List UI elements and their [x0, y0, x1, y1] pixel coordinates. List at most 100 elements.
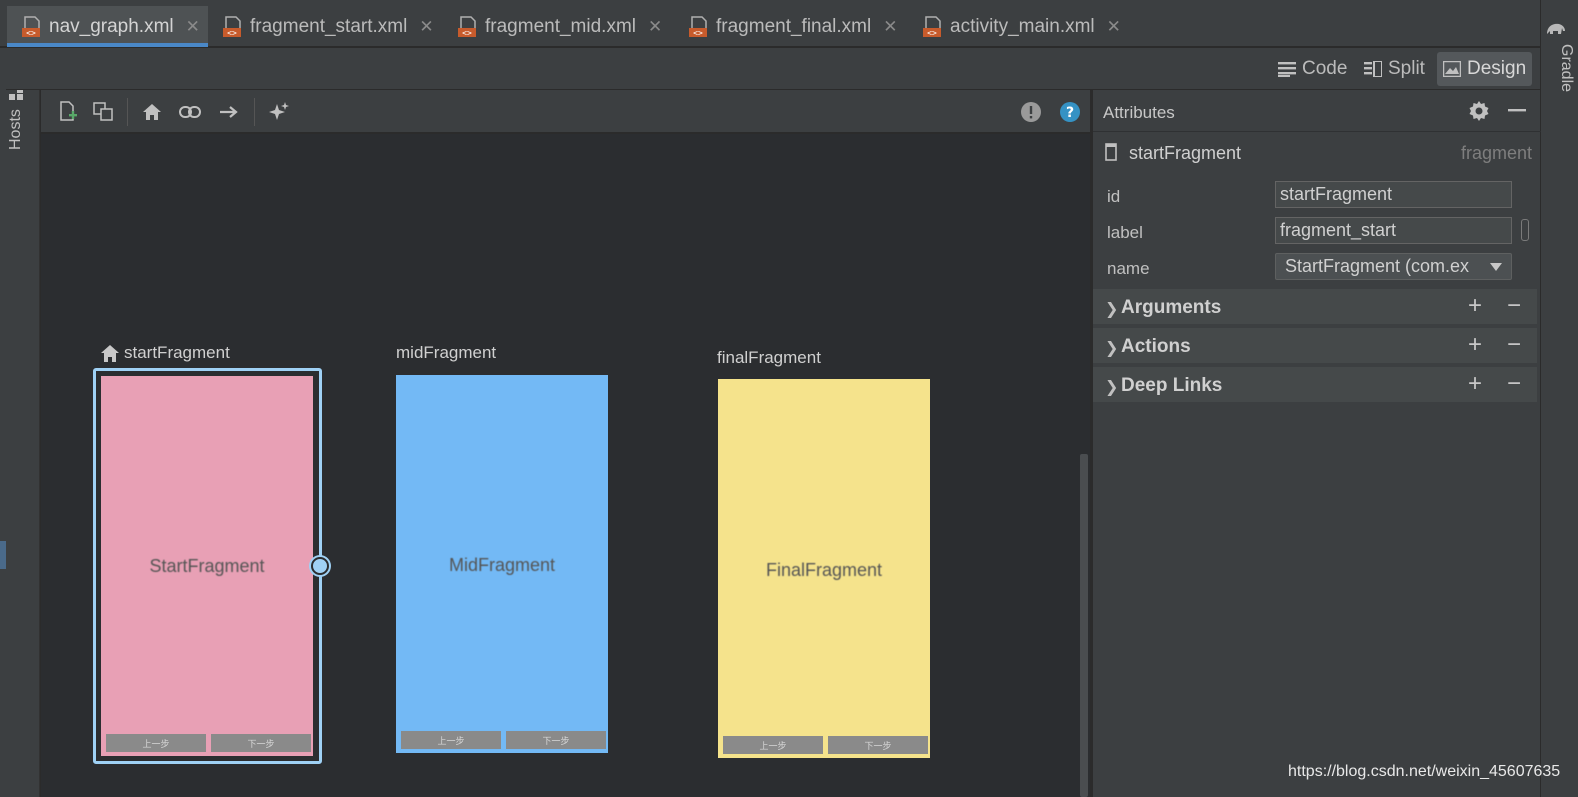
tab-fragment-final[interactable]: <> fragment_final.xml ✕	[674, 6, 909, 47]
fragment-title-label: finalFragment	[717, 348, 821, 367]
start-fragment-destination[interactable]: StartFragment 上一步 下一步	[101, 376, 313, 756]
arguments-section[interactable]: ❯ Arguments + −	[1093, 289, 1537, 326]
hosts-label: Hosts	[7, 109, 24, 150]
design-view-button[interactable]: Design	[1437, 52, 1533, 86]
minimize-icon[interactable]	[1508, 109, 1526, 113]
svg-text:<>: <>	[227, 28, 237, 37]
home-icon	[143, 104, 161, 120]
fragment-preview-next-button: 下一步	[211, 734, 311, 752]
hosts-tool-button[interactable]: Hosts	[7, 87, 25, 150]
gradle-elephant-icon	[1547, 23, 1565, 34]
remove-action-button[interactable]: −	[1507, 331, 1521, 359]
tab-label: fragment_final.xml	[716, 15, 872, 37]
add-action-button[interactable]	[216, 99, 242, 125]
xml-file-icon: <>	[222, 15, 242, 38]
chevron-right-icon: ❯	[1105, 340, 1119, 357]
code-view-button[interactable]: Code	[1272, 52, 1353, 86]
auto-arrange-button[interactable]	[266, 99, 292, 125]
label-field[interactable]: fragment_start	[1275, 217, 1512, 244]
fragment-preview-next-button: 下一步	[506, 731, 606, 749]
fragment-preview-prev-button: 上一步	[401, 731, 501, 749]
close-icon[interactable]: ✕	[1107, 17, 1121, 37]
svg-text:?: ?	[1066, 105, 1074, 121]
deep-link-button[interactable]	[177, 99, 203, 125]
close-icon[interactable]: ✕	[186, 17, 200, 37]
right-tool-strip	[1540, 0, 1578, 797]
gradle-tool-button[interactable]: Gradle	[1557, 44, 1575, 92]
split-view-label: Split	[1388, 58, 1425, 79]
final-fragment-destination[interactable]: FinalFragment 上一步 下一步	[718, 379, 930, 758]
tab-fragment-mid[interactable]: <> fragment_mid.xml ✕	[443, 6, 674, 47]
attributes-title: Attributes	[1103, 103, 1175, 122]
start-destination-home-icon	[101, 344, 119, 362]
sparkle-icon	[269, 102, 289, 120]
fragment-preview-next-button: 下一步	[828, 736, 928, 754]
chevron-down-icon	[1490, 263, 1502, 271]
code-view-icon	[1278, 62, 1296, 77]
chevron-right-icon: ❯	[1105, 379, 1119, 396]
name-dropdown[interactable]: StartFragment (com.ex	[1275, 253, 1512, 280]
add-deep-link-button[interactable]: +	[1468, 370, 1482, 398]
fragment-title-label: startFragment	[124, 343, 230, 362]
id-field[interactable]: startFragment	[1275, 181, 1512, 208]
split-view-icon	[1364, 61, 1382, 77]
label-resource-picker[interactable]	[1521, 219, 1529, 241]
warning-icon	[1021, 102, 1041, 122]
action-drag-handle[interactable]	[311, 557, 329, 575]
svg-text:<>: <>	[462, 28, 472, 37]
close-icon[interactable]: ✕	[419, 17, 433, 37]
watermark-url: https://blog.csdn.net/weixin_45607635	[1288, 763, 1561, 780]
view-mode-bar: Code Split Design	[6, 48, 1540, 90]
add-argument-button[interactable]: +	[1468, 292, 1482, 320]
tab-nav-graph[interactable]: <> nav_graph.xml ✕	[7, 6, 208, 47]
issues-button[interactable]	[1018, 99, 1044, 125]
xml-file-icon: <>	[922, 15, 942, 38]
toolbar-separator	[127, 98, 128, 126]
section-title: Deep Links	[1121, 375, 1223, 396]
fragment-preview-label: MidFragment	[448, 555, 556, 575]
name-dropdown-value: StartFragment (com.ex	[1285, 256, 1470, 276]
tab-activity-main[interactable]: <> activity_main.xml ✕	[908, 6, 1133, 47]
selected-destination-name: startFragment	[1129, 143, 1242, 163]
attributes-header: Attributes	[1093, 90, 1541, 132]
code-view-label: Code	[1302, 58, 1348, 79]
deep-links-section[interactable]: ❯ Deep Links + −	[1093, 367, 1537, 404]
label-label: label	[1107, 223, 1143, 242]
mid-fragment-title: midFragment	[396, 343, 496, 363]
hosts-tool-strip	[6, 90, 40, 797]
fragment-preview-label: FinalFragment	[765, 560, 883, 580]
design-view-label: Design	[1467, 58, 1527, 79]
canvas-vertical-scrollbar[interactable]	[1080, 454, 1088, 797]
close-icon[interactable]: ✕	[883, 17, 897, 37]
gear-icon[interactable]	[1469, 101, 1489, 121]
new-destination-icon	[60, 101, 77, 121]
remove-deep-link-button[interactable]: −	[1507, 370, 1521, 398]
close-icon[interactable]: ✕	[648, 17, 662, 37]
editor-tab-bar: <> nav_graph.xml ✕ <> fragment_start.xml…	[0, 0, 1540, 47]
mid-fragment-destination[interactable]: MidFragment 上一步 下一步	[396, 375, 608, 753]
new-destination-button[interactable]	[55, 99, 81, 125]
actions-section[interactable]: ❯ Actions + −	[1093, 328, 1537, 365]
chevron-right-icon: ❯	[1105, 301, 1119, 318]
section-title: Arguments	[1121, 297, 1222, 318]
remove-argument-button[interactable]: −	[1507, 292, 1521, 320]
assign-start-button[interactable]	[139, 99, 165, 125]
tab-fragment-start[interactable]: <> fragment_start.xml ✕	[208, 6, 446, 47]
start-fragment-title: startFragment	[100, 343, 230, 363]
nested-graph-icon	[93, 102, 113, 121]
help-button[interactable]: ?	[1057, 99, 1083, 125]
tab-label: fragment_mid.xml	[485, 15, 636, 37]
attributes-panel: Attributes startFragment fragment id sta…	[1092, 90, 1541, 797]
tab-label: activity_main.xml	[950, 15, 1095, 37]
selected-destination-type: fragment	[1460, 143, 1532, 163]
fragment-title-label: midFragment	[396, 343, 497, 362]
add-action-button[interactable]: +	[1468, 331, 1482, 359]
fragment-type-icon	[1105, 143, 1117, 161]
id-label: id	[1107, 187, 1121, 206]
svg-text:<>: <>	[693, 28, 703, 37]
help-icon: ?	[1060, 102, 1080, 122]
svg-text:<>: <>	[927, 28, 937, 37]
image-icon	[1443, 61, 1461, 77]
split-view-button[interactable]: Split	[1358, 52, 1431, 86]
nested-graph-button[interactable]	[91, 99, 117, 125]
